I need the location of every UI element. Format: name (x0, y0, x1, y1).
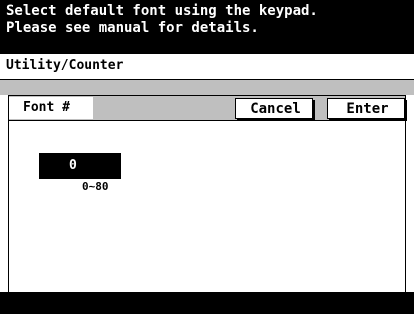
panel-title: Font # (9, 97, 93, 119)
breadcrumb: Utility/Counter (0, 54, 414, 80)
font-setting-panel: Font # Cancel Enter 0 0~80 (8, 95, 406, 292)
footer-bar (0, 292, 414, 314)
instruction-header: Select default font using the keypad. Pl… (0, 0, 414, 54)
enter-button[interactable]: Enter (327, 98, 405, 119)
font-number-field[interactable]: 0 (39, 153, 121, 179)
panel-header: Font # Cancel Enter (9, 95, 405, 121)
range-hint: 0~80 (82, 180, 109, 193)
dotted-divider (0, 80, 414, 95)
instruction-line-1: Select default font using the keypad. (6, 3, 318, 19)
instruction-line-2: Please see manual for details. (6, 20, 259, 36)
cancel-button[interactable]: Cancel (235, 98, 313, 119)
